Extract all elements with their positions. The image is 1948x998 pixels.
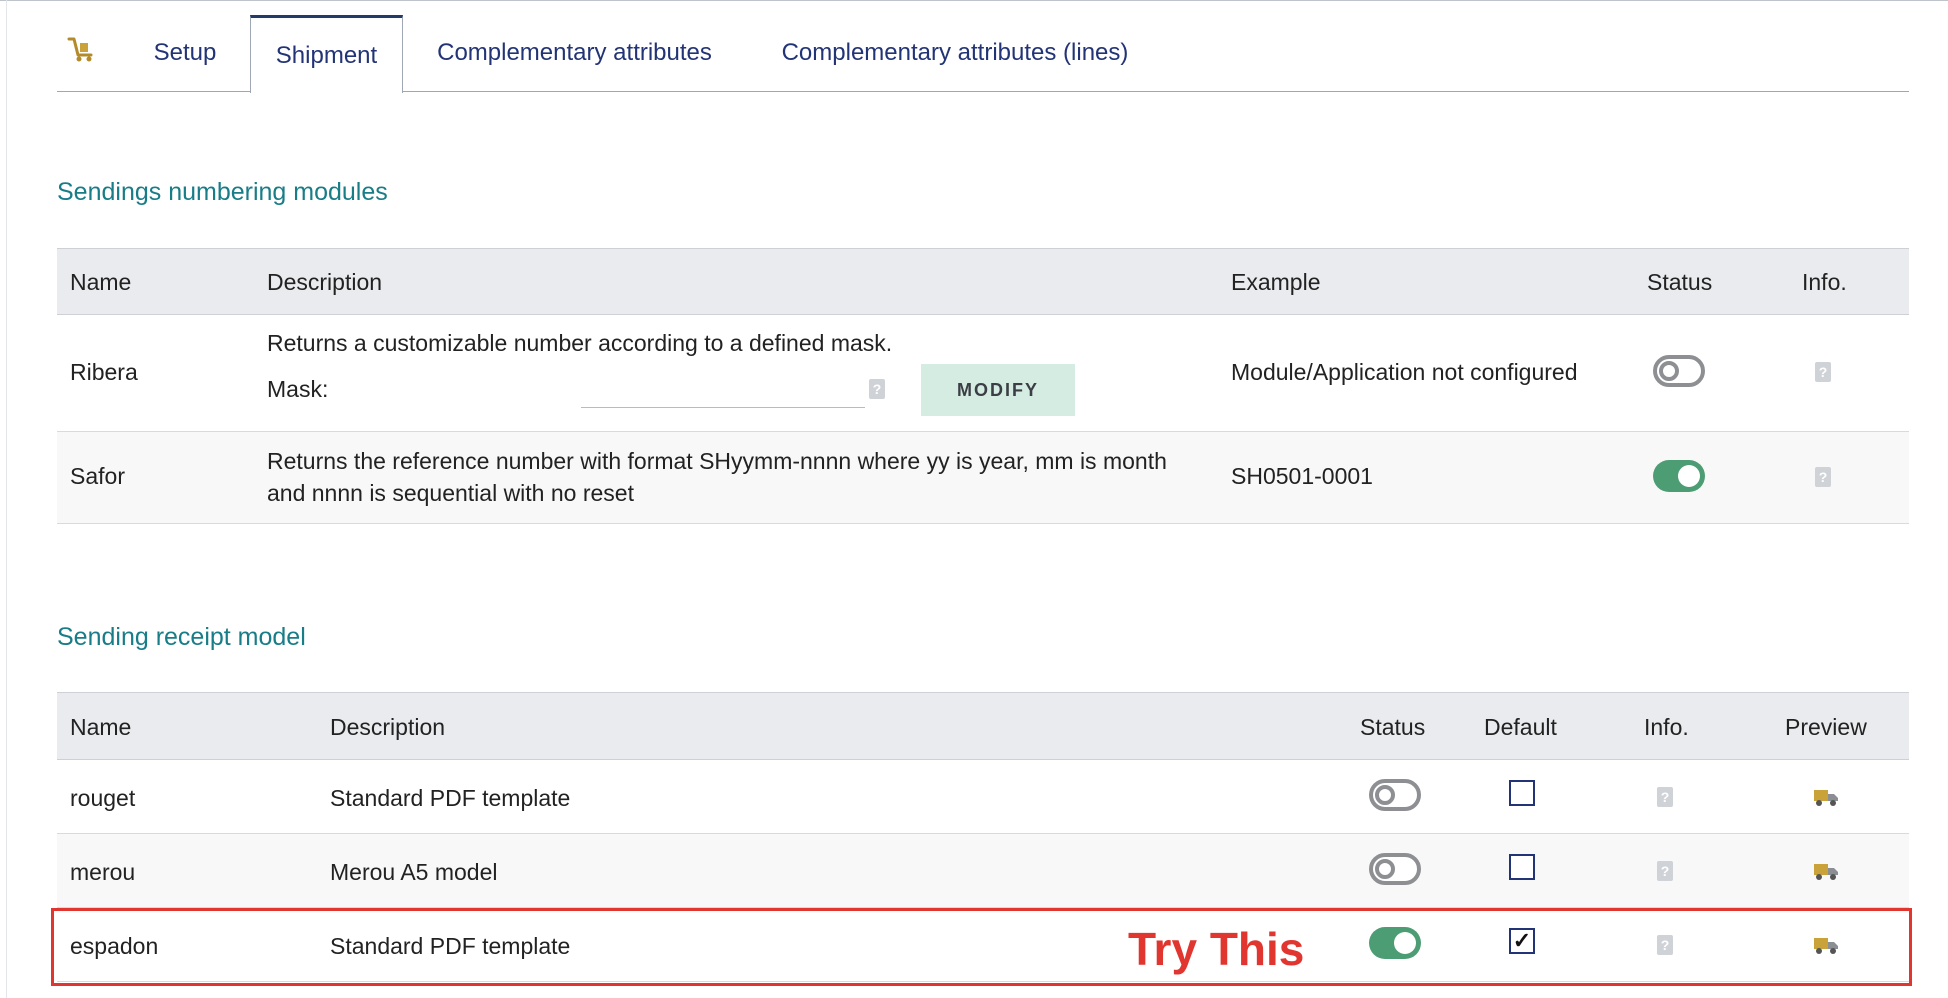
annotation-label: Try This <box>1128 923 1305 975</box>
header-status: Status <box>1360 714 1426 740</box>
header-name: Name <box>70 714 132 740</box>
module-example: SH0501-0001 <box>1231 463 1373 489</box>
table-row: rouget Standard PDF template ? <box>57 760 1909 834</box>
toggle-knob <box>1678 465 1700 487</box>
table-row: espadon Standard PDF template ✓ ? <box>57 908 1909 982</box>
top-border <box>0 0 1948 1</box>
header-description: Description <box>330 714 446 740</box>
status-toggle[interactable] <box>1653 460 1705 492</box>
toggle-knob <box>1375 785 1395 805</box>
status-toggle[interactable] <box>1369 853 1421 885</box>
table-row: merou Merou A5 model ? <box>57 834 1909 908</box>
header-name: Name <box>70 269 132 295</box>
header-info: Info. <box>1644 714 1689 740</box>
model-description: Standard PDF template <box>330 785 571 811</box>
model-name: rouget <box>70 785 136 811</box>
toggle-knob <box>1394 932 1416 954</box>
module-name: Ribera <box>70 359 138 385</box>
table-header: Name Description Example Status Info. <box>57 248 1909 315</box>
info-icon[interactable]: ? <box>1657 787 1673 807</box>
mask-help-icon[interactable]: ? <box>869 379 885 399</box>
module-name: Safor <box>70 463 125 489</box>
header-preview: Preview <box>1785 714 1867 740</box>
module-description: Returns a customizable number according … <box>267 330 893 356</box>
preview-truck-icon[interactable] <box>1813 861 1839 881</box>
tab-complementary-attributes[interactable]: Complementary attributes <box>422 15 727 91</box>
numbering-modules-table: Name Description Example Status Info. Ri… <box>57 248 1909 524</box>
default-checkbox-checked[interactable]: ✓ <box>1509 928 1535 954</box>
header-info: Info. <box>1802 269 1847 295</box>
mask-label: Mask: <box>267 376 329 402</box>
header-status: Status <box>1647 269 1713 295</box>
model-name: espadon <box>70 933 159 959</box>
preview-truck-icon[interactable] <box>1813 935 1839 955</box>
model-description: Standard PDF template <box>330 933 571 959</box>
tab-bar: Setup Shipment Complementary attributes … <box>57 15 1909 93</box>
header-example: Example <box>1231 269 1321 295</box>
modify-button[interactable]: MODIFY <box>921 364 1075 416</box>
section-title-receipt: Sending receipt model <box>57 623 306 651</box>
model-name: merou <box>70 859 136 885</box>
status-toggle[interactable] <box>1653 355 1705 387</box>
tab-setup[interactable]: Setup <box>125 15 245 91</box>
tab-shipment[interactable]: Shipment <box>250 15 403 93</box>
default-checkbox[interactable] <box>1509 780 1535 806</box>
receipt-model-table: Name Description Status Default Info. Pr… <box>57 692 1909 982</box>
info-icon[interactable]: ? <box>1657 935 1673 955</box>
tab-complementary-attributes-lines[interactable]: Complementary attributes (lines) <box>755 15 1155 91</box>
model-description: Merou A5 model <box>330 859 498 885</box>
module-description-line2: and nnnn is sequential with no reset <box>267 480 634 506</box>
toggle-knob <box>1375 859 1395 879</box>
preview-truck-icon[interactable] <box>1813 787 1839 807</box>
shipment-cart-icon <box>67 37 93 62</box>
table-header: Name Description Status Default Info. Pr… <box>57 692 1909 760</box>
section-title-numbering: Sendings numbering modules <box>57 178 388 206</box>
header-description: Description <box>267 269 383 295</box>
status-toggle[interactable] <box>1369 779 1421 811</box>
info-icon[interactable]: ? <box>1815 467 1831 487</box>
toggle-knob <box>1659 361 1679 381</box>
default-checkbox[interactable] <box>1509 854 1535 880</box>
table-row: Safor Returns the reference number with … <box>57 432 1909 524</box>
module-example: Module/Application not configured <box>1231 359 1578 385</box>
info-icon[interactable]: ? <box>1657 861 1673 881</box>
mask-input[interactable] <box>581 367 865 408</box>
status-toggle[interactable] <box>1369 927 1421 959</box>
left-border <box>6 0 7 998</box>
module-description-line1: Returns the reference number with format… <box>267 448 1167 474</box>
header-default: Default <box>1484 714 1557 740</box>
table-row: Ribera Returns a customizable number acc… <box>57 315 1909 432</box>
info-icon[interactable]: ? <box>1815 362 1831 382</box>
